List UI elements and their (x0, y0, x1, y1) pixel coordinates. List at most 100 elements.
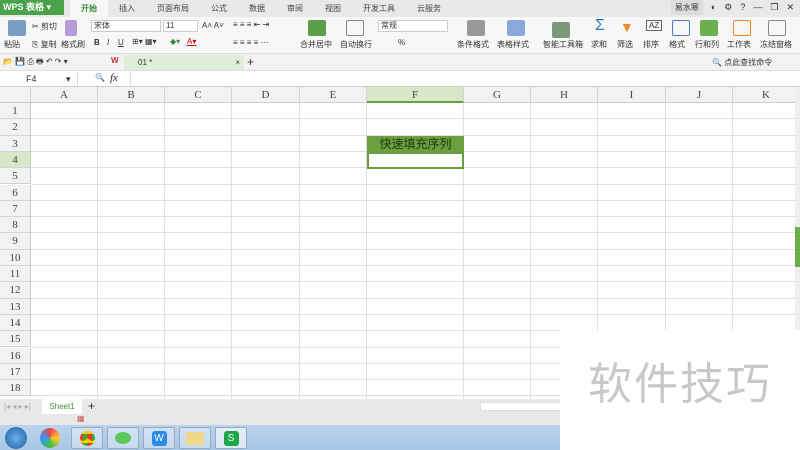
freeze-panes-button[interactable]: 冻结窗格 (760, 39, 792, 50)
selected-cell-F4[interactable] (367, 152, 464, 169)
column-header-F[interactable]: F (367, 87, 464, 103)
close-tab-icon[interactable]: × (235, 55, 240, 70)
quick-access-icons[interactable]: 📂 💾 ⎙ 🖶 ↶ ↷ ▾ (3, 56, 68, 70)
row-header-13[interactable]: 13 (0, 298, 31, 315)
skin-icon[interactable]: ◐ (711, 0, 716, 15)
app-launcher-icon[interactable] (40, 428, 60, 448)
formula-input[interactable] (130, 71, 800, 87)
border-button[interactable]: ⊞▾ ▦▾ (132, 37, 157, 46)
user-name[interactable]: 易水寒 (670, 0, 703, 15)
chrome-taskbar-button[interactable] (71, 427, 103, 449)
app-menu-button[interactable]: WPS 表格 ▾ (0, 0, 64, 15)
row-header-15[interactable]: 15 (0, 331, 31, 348)
tab-0[interactable]: 开始 (70, 0, 108, 17)
tab-5[interactable]: 审阅 (276, 0, 314, 17)
add-sheet-button[interactable]: + (88, 399, 95, 413)
row-header-10[interactable]: 10 (0, 249, 31, 266)
row-header-11[interactable]: 11 (0, 266, 31, 283)
name-box[interactable]: F4 ▾ (0, 72, 78, 86)
format-painter-button[interactable]: 格式刷 (61, 39, 85, 50)
conditional-format-button[interactable]: 条件格式 (457, 39, 489, 50)
copy-button[interactable]: ⎘ 复制 (32, 39, 57, 50)
column-header-E[interactable]: E (300, 87, 367, 103)
select-all-corner[interactable] (0, 87, 31, 103)
column-header-D[interactable]: D (232, 87, 300, 103)
column-header-K[interactable]: K (733, 87, 795, 103)
percent-button[interactable]: % (398, 38, 405, 47)
font-size-select[interactable]: 11 (163, 20, 198, 32)
fill-color-button[interactable]: ◆▾ (170, 37, 180, 46)
sum-button[interactable]: 求和 (591, 39, 607, 50)
font-grow-button[interactable]: A˄ A˅ (202, 21, 224, 30)
row-header-9[interactable]: 9 (0, 233, 31, 250)
sheet-nav-buttons[interactable]: |◂ ◂ ▸ ▸| (4, 402, 31, 411)
row-header-4[interactable]: 4 (0, 151, 31, 169)
filter-button[interactable]: 筛选 (617, 39, 633, 50)
align-buttons[interactable]: ≡ ≡ ≡ ≡ ⋯ (233, 38, 269, 47)
row-header-16[interactable]: 16 (0, 347, 31, 364)
row-header-2[interactable]: 2 (0, 119, 31, 136)
minimize-button[interactable]: — (753, 0, 762, 15)
tab-2[interactable]: 页面布局 (146, 0, 200, 17)
underline-button[interactable]: U (118, 38, 124, 47)
new-tab-button[interactable]: + (247, 55, 254, 69)
wechat-taskbar-button[interactable] (107, 427, 139, 449)
align-top-buttons[interactable]: ≡ ≡ ≡ ⇤ ⇥ (233, 20, 269, 29)
row-header-8[interactable]: 8 (0, 217, 31, 234)
font-select[interactable]: 宋体 (91, 20, 161, 32)
row-header-5[interactable]: 5 (0, 168, 31, 185)
italic-button[interactable]: I (107, 38, 109, 47)
scroll-thumb[interactable] (795, 227, 800, 267)
font-color-button[interactable]: A▾ (187, 37, 196, 46)
row-header-6[interactable]: 6 (0, 184, 31, 201)
row-header-3[interactable]: 3 (0, 135, 31, 152)
wps-writer-taskbar-button[interactable]: W (143, 427, 175, 449)
paste-icon[interactable] (8, 20, 26, 36)
merge-center-button[interactable]: 合并居中 (300, 39, 332, 50)
restore-button[interactable]: ❐ (770, 0, 778, 15)
tab-7[interactable]: 开发工具 (352, 0, 406, 17)
row-header-14[interactable]: 14 (0, 314, 31, 332)
start-button[interactable] (5, 427, 27, 449)
row-header-18[interactable]: 18 (0, 380, 31, 397)
search-command[interactable]: 🔍 点此查找命令 (712, 57, 772, 68)
column-header-J[interactable]: J (666, 87, 733, 103)
row-header-17[interactable]: 17 (0, 363, 31, 381)
column-header-B[interactable]: B (98, 87, 165, 103)
cell-F3[interactable]: 快速填充序列 (367, 136, 464, 152)
cut-button[interactable]: ✂ 剪切 (32, 21, 57, 32)
tab-4[interactable]: 数据 (238, 0, 276, 17)
fx-button[interactable]: fx (110, 72, 118, 84)
smart-toolbox-button[interactable]: 智能工具箱 (543, 39, 583, 50)
tab-1[interactable]: 插入 (108, 0, 146, 17)
tab-8[interactable]: 云服务 (406, 0, 452, 17)
row-header-7[interactable]: 7 (0, 200, 31, 218)
column-header-C[interactable]: C (165, 87, 232, 103)
wps-icon[interactable]: W (111, 56, 119, 65)
wps-spreadsheet-taskbar-button[interactable]: S (215, 427, 247, 449)
sheet-tab-sheet1[interactable]: Sheet1 (42, 399, 82, 414)
column-header-I[interactable]: I (598, 87, 666, 103)
settings-icon[interactable]: ⚙ (724, 0, 732, 15)
column-header-H[interactable]: H (531, 87, 598, 103)
column-header-A[interactable]: A (31, 87, 98, 103)
worksheet-button[interactable]: 工作表 (727, 39, 751, 50)
column-header-G[interactable]: G (464, 87, 531, 103)
row-col-button[interactable]: 行和列 (695, 39, 719, 50)
sort-button[interactable]: 排序 (643, 39, 659, 50)
paste-button[interactable]: 粘贴 (4, 39, 20, 50)
explorer-taskbar-button[interactable] (179, 427, 211, 449)
tab-3[interactable]: 公式 (200, 0, 238, 17)
number-format-select[interactable]: 常规 (378, 20, 448, 32)
format-button[interactable]: 格式 (669, 39, 685, 50)
close-button[interactable]: ✕ (786, 0, 794, 15)
table-style-button[interactable]: 表格样式 (497, 39, 529, 50)
tab-6[interactable]: 视图 (314, 0, 352, 17)
bold-button[interactable]: B (94, 38, 100, 47)
zoom-icon[interactable]: 🔍 (95, 73, 105, 82)
row-header-1[interactable]: 1 (0, 103, 31, 120)
row-header-12[interactable]: 12 (0, 282, 31, 299)
help-icon[interactable]: ? (740, 0, 745, 15)
wrap-text-button[interactable]: 自动换行 (340, 39, 372, 50)
document-tab[interactable]: 01 * × (124, 55, 244, 70)
